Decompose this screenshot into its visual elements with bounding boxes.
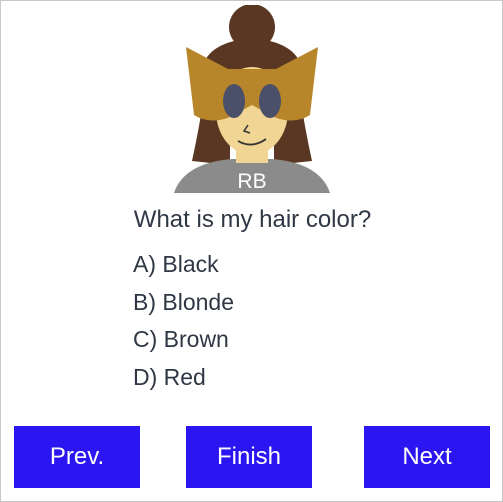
next-button[interactable]: Next xyxy=(364,426,490,488)
question-text: What is my hair color? xyxy=(133,206,372,233)
user-avatar-icon xyxy=(174,4,330,193)
option-d[interactable]: D) Red xyxy=(133,362,234,400)
prev-button[interactable]: Prev. xyxy=(14,426,140,488)
option-c[interactable]: C) Brown xyxy=(133,324,234,362)
quiz-card: RB What is my hair color? A) Black B) Bl… xyxy=(0,0,503,502)
option-a[interactable]: A) Black xyxy=(133,249,234,287)
option-b[interactable]: B) Blonde xyxy=(133,287,234,325)
finish-button[interactable]: Finish xyxy=(186,426,312,488)
avatar: RB xyxy=(174,4,330,193)
answer-options: A) Black B) Blonde C) Brown D) Red xyxy=(133,249,234,399)
avatar-initials: RB xyxy=(237,170,267,193)
